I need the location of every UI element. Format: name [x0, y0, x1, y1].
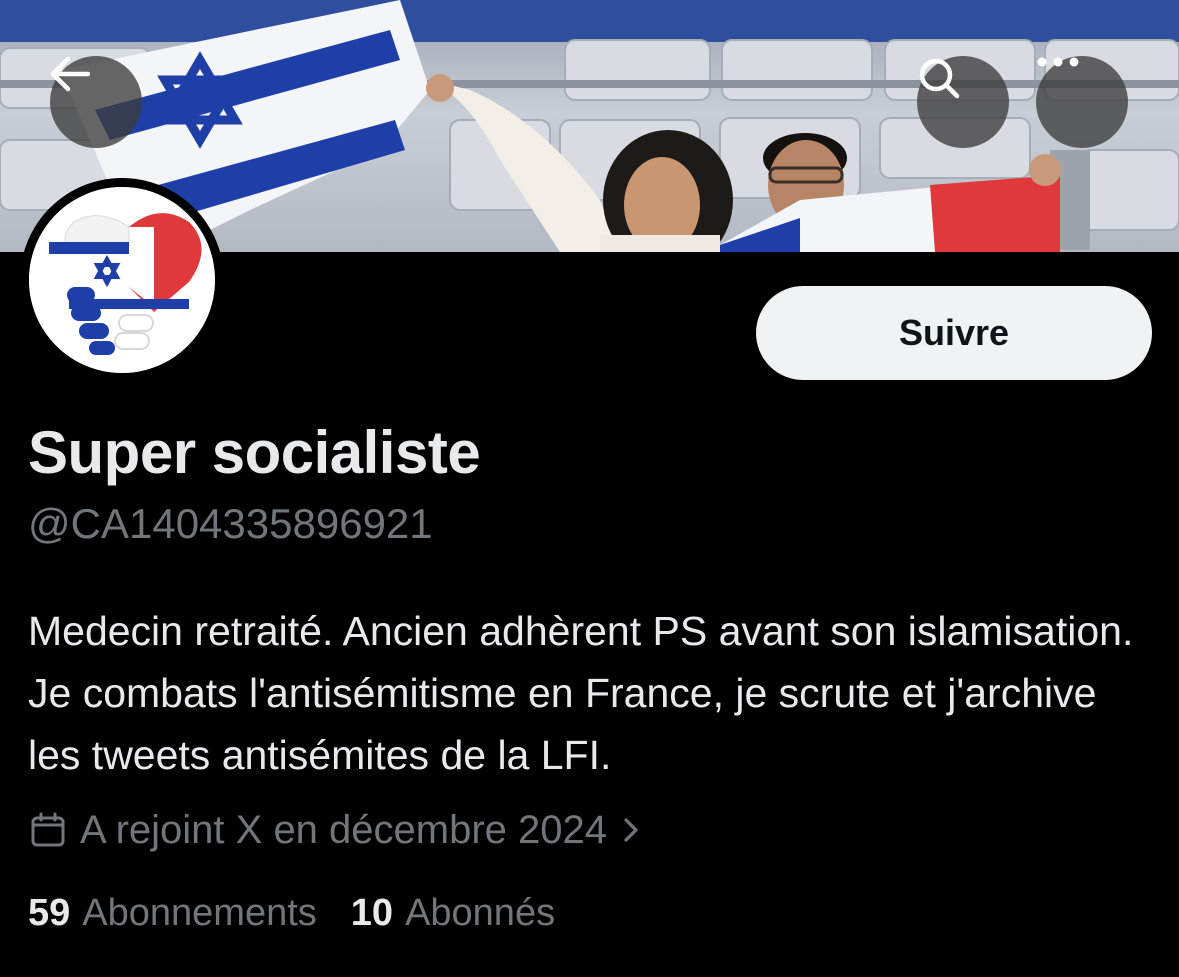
- joined-date-row[interactable]: A rejoint X en décembre 2024: [30, 806, 641, 854]
- avatar-image: [29, 187, 215, 373]
- followers-label: Abonnés: [405, 892, 556, 934]
- arrow-left-icon: [50, 56, 90, 92]
- back-button[interactable]: [50, 56, 142, 148]
- followers-link[interactable]: 10 Abonnés: [351, 892, 555, 935]
- more-horizontal-icon: [1037, 57, 1079, 67]
- more-button[interactable]: [1036, 56, 1128, 148]
- profile-bio: Medecin retraité. Ancien adhèrent PS ava…: [28, 608, 1134, 778]
- user-handle: @CA1404335896921: [28, 500, 433, 547]
- followers-count: 10: [350, 892, 394, 934]
- follow-button[interactable]: Suivre: [756, 286, 1152, 380]
- profile-stats: 59 Abonnements 10 Abonnés: [28, 892, 555, 935]
- following-label: Abonnements: [82, 892, 317, 934]
- search-icon: [919, 58, 960, 99]
- handshake-flags-logo: [29, 187, 215, 373]
- search-button[interactable]: [917, 56, 1009, 148]
- following-link[interactable]: 59 Abonnements: [28, 892, 317, 935]
- calendar-icon: [31, 812, 65, 847]
- avatar[interactable]: [20, 178, 224, 382]
- following-count: 59: [28, 892, 71, 934]
- joined-date-text: A rejoint X en décembre 2024: [80, 807, 608, 852]
- display-name: Super socialiste: [28, 419, 481, 486]
- chevron-right-icon: [624, 818, 638, 842]
